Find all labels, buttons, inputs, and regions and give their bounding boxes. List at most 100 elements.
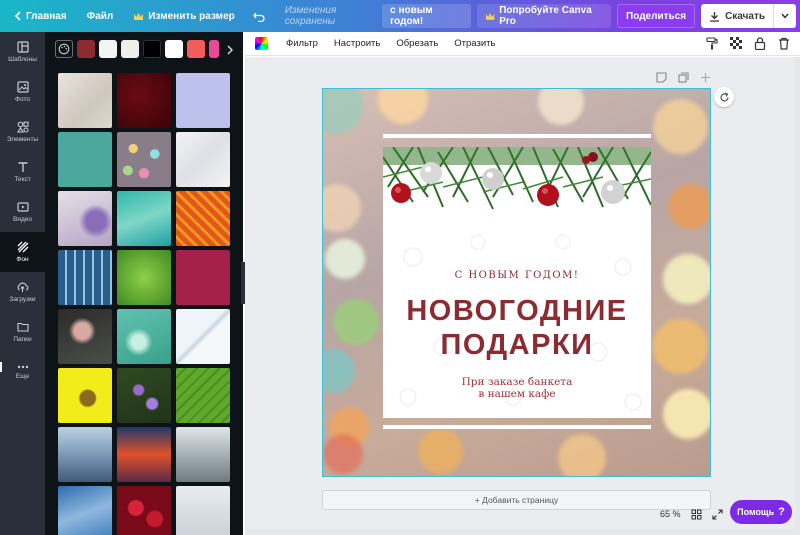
background-tile[interactable]: [176, 250, 230, 305]
card-title-line2[interactable]: ПОДАРКИ: [383, 329, 651, 361]
nav-label: Еще: [15, 373, 30, 380]
nav-label: Текст: [14, 176, 31, 183]
nav-label: Фон: [16, 256, 29, 263]
color-swatch[interactable]: [165, 40, 183, 58]
nav-item-photo[interactable]: Фото: [0, 72, 45, 112]
background-tile[interactable]: [176, 309, 230, 364]
background-tile[interactable]: [117, 486, 171, 535]
transparency-icon[interactable]: [730, 37, 742, 49]
card-body-line1[interactable]: При заказе банкета: [383, 376, 651, 388]
page-actions: [656, 72, 711, 83]
color-button[interactable]: [255, 37, 268, 50]
upload-icon: [17, 282, 29, 292]
note-icon[interactable]: [656, 72, 667, 83]
card-body-line2[interactable]: в нашем кафе: [383, 388, 651, 400]
background-tile[interactable]: [58, 132, 112, 187]
color-swatches: [55, 40, 219, 60]
nav-item-background[interactable]: Фон: [0, 232, 45, 272]
christmas-garland-image: [383, 147, 651, 227]
help-button[interactable]: Помощь ?: [730, 500, 792, 524]
color-swatch[interactable]: [209, 40, 219, 58]
fullscreen-icon[interactable]: [711, 508, 723, 520]
background-tile[interactable]: [117, 132, 171, 187]
design-page[interactable]: С НОВЫМ ГОДОМ! НОВОГОДНИЕ ПОДАРКИ При за…: [322, 88, 711, 477]
color-swatch[interactable]: [121, 40, 139, 58]
background-tile[interactable]: [176, 73, 230, 128]
add-page-label: + Добавить страницу: [474, 495, 559, 505]
home-label: Главная: [26, 10, 67, 22]
nav-item-more[interactable]: Еще: [0, 352, 45, 392]
color-swatch[interactable]: [77, 40, 95, 58]
nav-item-folders[interactable]: Папки: [0, 312, 45, 352]
card-subtitle[interactable]: С НОВЫМ ГОДОМ!: [383, 270, 651, 281]
background-tile[interactable]: [176, 486, 230, 535]
adjust-button[interactable]: Настроить: [326, 38, 388, 49]
flip-button[interactable]: Отразить: [446, 38, 503, 49]
trash-icon[interactable]: [778, 37, 790, 50]
color-picker-button[interactable]: [55, 40, 73, 58]
try-pro-button[interactable]: Попробуйте Canva Pro: [477, 4, 612, 28]
duplicate-icon[interactable]: [678, 72, 689, 83]
text-icon: [18, 162, 27, 172]
background-tile[interactable]: [58, 309, 112, 364]
nav-label: Элементы: [6, 136, 39, 143]
crop-button[interactable]: Обрезать: [388, 38, 446, 49]
crown-icon: [485, 12, 495, 20]
background-tile[interactable]: [58, 191, 112, 246]
grid-view-icon[interactable]: [691, 509, 702, 520]
background-tile[interactable]: [58, 427, 112, 482]
rotate-button[interactable]: [714, 87, 734, 107]
zoom-level[interactable]: 65 %: [660, 509, 681, 519]
filter-button[interactable]: Фильтр: [278, 38, 326, 49]
download-options-button[interactable]: [774, 13, 796, 19]
rotate-icon: [719, 91, 729, 101]
color-swatch[interactable]: [99, 40, 117, 58]
nav-item-elements[interactable]: Элементы: [0, 112, 45, 152]
share-button[interactable]: Поделиться: [617, 4, 696, 28]
background-tile[interactable]: [58, 368, 112, 423]
background-tile[interactable]: [58, 73, 112, 128]
download-button[interactable]: Скачать: [701, 4, 775, 28]
horizontal-scrollbar[interactable]: [245, 529, 795, 535]
zoom-controls: 65 %: [650, 503, 725, 525]
nav-item-text[interactable]: Текст: [0, 152, 45, 192]
paint-roller-icon[interactable]: [706, 37, 718, 50]
file-menu-button[interactable]: Файл: [75, 0, 122, 32]
background-tile[interactable]: [176, 132, 230, 187]
nav-label: Шаблоны: [8, 56, 37, 63]
add-page-icon[interactable]: [700, 72, 711, 83]
templates-icon: [16, 41, 29, 53]
background-tile[interactable]: [176, 427, 230, 482]
background-tile[interactable]: [117, 309, 171, 364]
color-swatch[interactable]: [143, 40, 161, 58]
design-name-label: с новым годом!: [390, 5, 433, 27]
background-tile[interactable]: [176, 191, 230, 246]
nav-label: Папки: [13, 336, 32, 343]
swatches-next-button[interactable]: [226, 42, 233, 60]
nav-label: Фото: [15, 96, 30, 103]
background-tile[interactable]: [176, 368, 230, 423]
resize-button[interactable]: Изменить размер: [121, 0, 242, 32]
chevron-right-icon: [227, 45, 233, 55]
background-tile[interactable]: [117, 191, 171, 246]
lock-icon[interactable]: [754, 37, 766, 50]
design-name-field[interactable]: с новым годом!: [382, 4, 471, 28]
text-card[interactable]: С НОВЫМ ГОДОМ! НОВОГОДНИЕ ПОДАРКИ При за…: [383, 147, 651, 418]
background-tile[interactable]: [117, 250, 171, 305]
background-tile[interactable]: [58, 486, 112, 535]
nav-item-uploads[interactable]: Загрузки: [0, 272, 45, 312]
home-button[interactable]: Главная: [0, 0, 75, 32]
top-bar: Главная Файл Изменить размер Изменения с…: [0, 0, 800, 32]
background-tile[interactable]: [117, 427, 171, 482]
nav-item-video[interactable]: Видео: [0, 192, 45, 232]
top-rule: [383, 134, 651, 138]
help-label: Помощь: [737, 507, 775, 517]
nav-item-templates[interactable]: Шаблоны: [0, 32, 45, 72]
background-tile[interactable]: [58, 250, 112, 305]
card-title-line1[interactable]: НОВОГОДНИЕ: [383, 295, 651, 327]
background-tile[interactable]: [117, 73, 171, 128]
vertical-scrollbar[interactable]: [795, 57, 800, 535]
undo-button[interactable]: [243, 0, 277, 32]
color-swatch[interactable]: [187, 40, 205, 58]
background-tile[interactable]: [117, 368, 171, 423]
